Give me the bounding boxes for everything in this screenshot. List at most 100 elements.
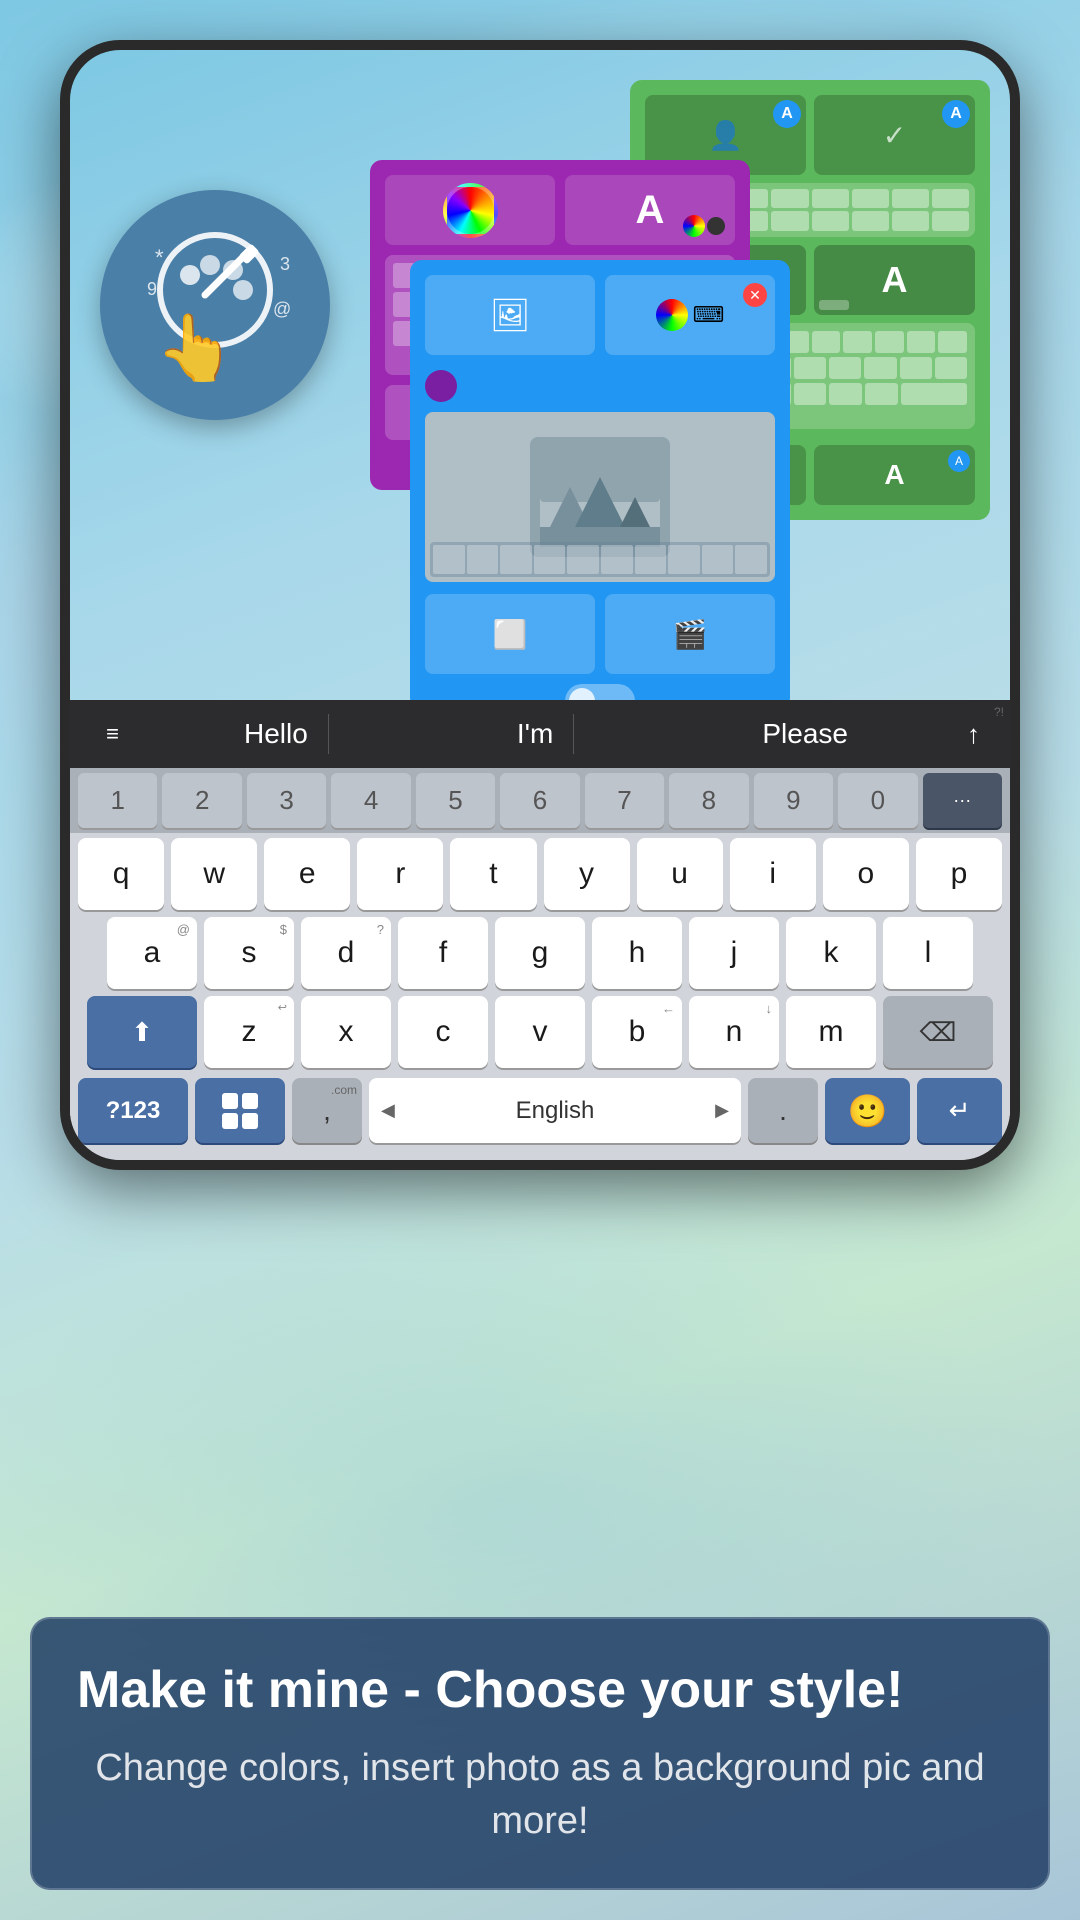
keyboard-row-1: q w e r t y u i o p bbox=[78, 838, 1002, 910]
banner-title: Make it mine - Choose your style! bbox=[77, 1659, 1003, 1721]
svg-text:3: 3 bbox=[280, 254, 290, 274]
key-j[interactable]: j bbox=[689, 917, 779, 989]
space-right-arrow: ▶ bbox=[715, 1100, 729, 1121]
key-3[interactable]: 3 bbox=[247, 773, 326, 828]
keyboard-overlay-mini bbox=[430, 542, 770, 577]
up-arrow-button[interactable]: ↑ bbox=[952, 719, 995, 750]
key-k[interactable]: k bbox=[786, 917, 876, 989]
key-t[interactable]: t bbox=[450, 838, 536, 910]
suggestion-words-container: Hello I'm Please bbox=[140, 714, 952, 754]
key-p[interactable]: p bbox=[916, 838, 1002, 910]
svg-text:👆: 👆 bbox=[155, 311, 236, 385]
key-s[interactable]: s$ bbox=[204, 917, 294, 989]
space-left-arrow: ◀ bbox=[381, 1100, 395, 1121]
purple-dot-indicator bbox=[425, 370, 457, 402]
key-5[interactable]: 5 bbox=[416, 773, 495, 828]
key-layout-switch[interactable] bbox=[195, 1078, 285, 1143]
blue-image-btn[interactable]: 🖼 bbox=[425, 275, 595, 355]
key-q[interactable]: q bbox=[78, 838, 164, 910]
green-badge-a-right: A bbox=[942, 100, 970, 128]
key-i[interactable]: i bbox=[730, 838, 816, 910]
menu-lines-icon: ≡ bbox=[106, 721, 119, 747]
key-x[interactable]: x bbox=[301, 996, 391, 1068]
blue-theme-card[interactable]: 🖼 ⌨ ✕ bbox=[410, 260, 790, 710]
key-z[interactable]: z↩ bbox=[204, 996, 294, 1068]
purple-a-color-btn[interactable]: A bbox=[565, 175, 735, 245]
app-logo[interactable]: * 9 3 @ 👆 bbox=[100, 190, 330, 420]
key-e[interactable]: e bbox=[264, 838, 350, 910]
letter-rows-container: q w e r t y u i o p a@ s$ d? f g bbox=[70, 833, 1010, 1073]
theme-cards-container: 👤 A ✓ A bbox=[310, 80, 990, 700]
key-9[interactable]: 9 bbox=[754, 773, 833, 828]
logo-icon: * 9 3 @ 👆 bbox=[125, 215, 305, 395]
key-u[interactable]: u bbox=[637, 838, 723, 910]
key-g[interactable]: g bbox=[495, 917, 585, 989]
key-2[interactable]: 2 bbox=[162, 773, 241, 828]
phone-screen: * 9 3 @ 👆 👤 A ✓ bbox=[70, 50, 1010, 1160]
frame-icon: ⬜ bbox=[493, 618, 528, 651]
keyboard-small-icon: ⌨ bbox=[693, 302, 725, 328]
key-numbers-switch[interactable]: ?123 bbox=[78, 1078, 188, 1143]
key-d[interactable]: d? bbox=[301, 917, 391, 989]
suggestion-hello[interactable]: Hello bbox=[224, 714, 329, 754]
svg-text:@: @ bbox=[273, 299, 291, 319]
key-b[interactable]: b← bbox=[592, 996, 682, 1068]
keyboard-bottom-row: ?123 .com , ◀ English ▶ bbox=[70, 1073, 1010, 1148]
key-emoji[interactable]: 🙂 bbox=[825, 1078, 910, 1143]
key-more-dots[interactable]: ··· bbox=[923, 773, 1002, 828]
key-y[interactable]: y bbox=[544, 838, 630, 910]
purple-color-wheel-btn[interactable] bbox=[385, 175, 555, 245]
key-f[interactable]: f bbox=[398, 917, 488, 989]
svg-text:9: 9 bbox=[147, 279, 157, 299]
color-wheel bbox=[443, 183, 498, 238]
suggestion-please[interactable]: Please bbox=[742, 714, 868, 754]
check-icon: ✓ bbox=[883, 119, 906, 152]
image-icon: 🖼 bbox=[490, 296, 531, 334]
image-preview bbox=[425, 412, 775, 582]
key-period[interactable]: ?! . bbox=[748, 1078, 818, 1143]
language-label: English bbox=[516, 1097, 595, 1125]
key-l[interactable]: l bbox=[883, 917, 973, 989]
key-4[interactable]: 4 bbox=[331, 773, 410, 828]
key-0[interactable]: 0 bbox=[838, 773, 917, 828]
person-icon: 👤 bbox=[708, 119, 743, 152]
key-c[interactable]: c bbox=[398, 996, 488, 1068]
green-card-check-widget: ✓ A bbox=[814, 95, 975, 175]
key-shift[interactable]: ⬆ bbox=[87, 996, 197, 1068]
key-6[interactable]: 6 bbox=[500, 773, 579, 828]
landscape-svg bbox=[540, 447, 660, 547]
keyboard-row-2: a@ s$ d? f g h j k l bbox=[78, 917, 1002, 989]
blue-kbd-color-btn[interactable]: ⌨ ✕ bbox=[605, 275, 775, 355]
key-v[interactable]: v bbox=[495, 996, 585, 1068]
key-a[interactable]: a@ bbox=[107, 917, 197, 989]
key-n[interactable]: n↓ bbox=[689, 996, 779, 1068]
key-h[interactable]: h bbox=[592, 917, 682, 989]
suggestions-bar: ≡ Hello I'm Please ↑ bbox=[70, 700, 1010, 768]
green-a-overlay: A A bbox=[814, 445, 975, 505]
no-circle-icon: ✕ bbox=[743, 283, 767, 307]
keyboard: ≡ Hello I'm Please ↑ 1 2 3 4 5 6 7 8 9 bbox=[70, 700, 1010, 1160]
key-delete[interactable]: ⌫ bbox=[883, 996, 993, 1068]
key-7[interactable]: 7 bbox=[585, 773, 664, 828]
key-8[interactable]: 8 bbox=[669, 773, 748, 828]
phone-frame: * 9 3 @ 👆 👤 A ✓ bbox=[60, 40, 1020, 1170]
green-A-button: A bbox=[814, 245, 975, 315]
key-space[interactable]: ◀ English ▶ bbox=[369, 1078, 741, 1143]
banner-subtitle: Change colors, insert photo as a backgro… bbox=[77, 1742, 1003, 1848]
suggestions-menu-button[interactable]: ≡ bbox=[85, 700, 140, 768]
key-comma[interactable]: .com , bbox=[292, 1078, 362, 1143]
blue-video-btn[interactable]: 🎬 bbox=[605, 594, 775, 674]
key-1[interactable]: 1 bbox=[78, 773, 157, 828]
key-o[interactable]: o bbox=[823, 838, 909, 910]
key-w[interactable]: w bbox=[171, 838, 257, 910]
bottom-banner: Make it mine - Choose your style! Change… bbox=[30, 1617, 1050, 1890]
blue-frame-btn[interactable]: ⬜ bbox=[425, 594, 595, 674]
key-r[interactable]: r bbox=[357, 838, 443, 910]
small-color-wheel bbox=[656, 299, 688, 331]
layout-icon bbox=[219, 1090, 261, 1132]
key-m[interactable]: m bbox=[786, 996, 876, 1068]
key-enter[interactable]: ↵ bbox=[917, 1078, 1002, 1143]
keyboard-row-3: ⬆ z↩ x c v b← n↓ m ⌫ bbox=[78, 996, 1002, 1068]
suggestion-im[interactable]: I'm bbox=[497, 714, 574, 754]
video-icon: 🎬 bbox=[673, 618, 708, 651]
